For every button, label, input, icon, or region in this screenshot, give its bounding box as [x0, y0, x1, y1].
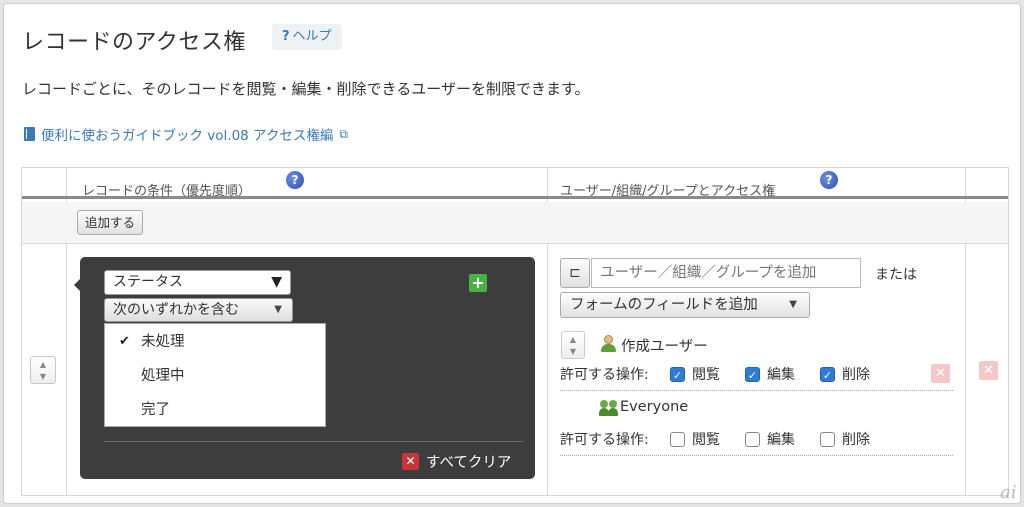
caret-down-icon: ▼	[271, 274, 282, 290]
org-tree-icon[interactable]: ⊏	[560, 258, 590, 288]
allowed-ops-row: 許可する操作: ✓ 閲覧 ✓ 編集 ✓ 削除	[560, 364, 895, 384]
operator-select-value: 次のいずれかを含む	[113, 302, 239, 318]
add-form-field-button[interactable]: フォームのフィールドを追加 ▼	[560, 292, 810, 318]
status-option-list: ✔ 未処理 処理中 完了	[104, 323, 326, 427]
delete-checkbox[interactable]: ✓ 削除	[820, 364, 870, 384]
caret-down-icon: ▼	[274, 304, 282, 315]
header-condition: レコードの条件（優先度順）	[82, 184, 252, 199]
close-icon: ✕	[402, 453, 419, 470]
checkbox-checked-icon: ✓	[820, 366, 835, 382]
add-row: 追加する	[22, 202, 1008, 244]
entity-name: 作成ユーザー	[621, 339, 708, 355]
user-search-input[interactable]	[591, 258, 861, 288]
view-checkbox[interactable]: 閲覧	[670, 429, 720, 449]
operator-select[interactable]: 次のいずれかを含む ▼	[104, 298, 293, 322]
allowed-ops-row: 許可する操作: 閲覧 編集 削除	[560, 429, 895, 449]
edit-checkbox[interactable]: ✓ 編集	[745, 364, 795, 384]
group-icon	[599, 399, 619, 416]
help-question-icon[interactable]: ?	[820, 171, 838, 189]
help-question-icon[interactable]: ?	[286, 171, 304, 189]
book-icon	[24, 127, 35, 141]
checkbox-label: 閲覧	[692, 432, 720, 448]
option-label: 未処理	[141, 334, 185, 350]
clear-all-label: すべてクリア	[426, 455, 512, 471]
option-label: 完了	[141, 402, 170, 418]
edit-checkbox[interactable]: 編集	[745, 429, 795, 449]
access-table: レコードの条件（優先度順） ? ユーザー/組織/グループとアクセス権 ? 追加す…	[21, 167, 1009, 496]
help-button[interactable]: ? ヘルプ	[272, 24, 342, 50]
entity-name: Everyone	[620, 399, 689, 415]
field-select-value: ステータス	[113, 274, 183, 290]
page-description: レコードごとに、そのレコードを閲覧・編集・削除できるユーザーを制限できます。	[22, 80, 590, 98]
checkbox-label: 編集	[767, 367, 795, 383]
guidebook-link-label: 便利に使おうガイドブック vol.08 アクセス権編	[41, 128, 334, 144]
user-icon	[600, 335, 617, 352]
or-label: または	[875, 267, 917, 283]
watermark-logo: ai	[1000, 482, 1017, 503]
checkbox-checked-icon: ✓	[670, 366, 685, 382]
help-icon: ?	[282, 29, 290, 44]
dialog-frame: レコードのアクセス権 ? ヘルプ レコードごとに、そのレコードを閲覧・編集・削除で…	[3, 3, 1021, 504]
divider	[560, 390, 953, 391]
caret-down-icon: ▼	[789, 299, 797, 310]
checkbox-checked-icon: ✓	[745, 366, 760, 382]
table-header: レコードの条件（優先度順） ? ユーザー/組織/グループとアクセス権 ?	[22, 168, 1008, 199]
entry-sort-handle[interactable]: ▲ ▼	[561, 331, 585, 359]
check-icon: ✔	[119, 334, 130, 349]
add-form-field-label: フォームのフィールドを追加	[570, 297, 758, 313]
guidebook-link[interactable]: 便利に使おうガイドブック vol.08 アクセス権編 ⧉	[24, 124, 348, 144]
allowed-ops-label: 許可する操作:	[560, 367, 649, 383]
checkbox-label: 閲覧	[692, 367, 720, 383]
help-label: ヘルプ	[292, 29, 332, 44]
add-button[interactable]: 追加する	[77, 210, 144, 235]
view-checkbox[interactable]: ✓ 閲覧	[670, 364, 720, 384]
divider	[104, 441, 523, 442]
status-option[interactable]: ✔ 未処理	[105, 325, 325, 359]
status-option[interactable]: 処理中	[105, 359, 325, 393]
header-permission: ユーザー/組織/グループとアクセス権	[560, 184, 776, 199]
permission-panel: ⊏ または フォームのフィールドを追加 ▼ ▲▼ 作成ユーザー 許可する操作: ✓…	[549, 244, 966, 497]
checkbox-unchecked-icon	[745, 431, 760, 447]
clear-all-button[interactable]: ✕ すべてクリア	[402, 451, 511, 472]
row-sort-handle[interactable]: ▲ ▼	[30, 356, 56, 384]
page-title: レコードのアクセス権	[22, 30, 246, 55]
add-condition-icon[interactable]: +	[469, 274, 487, 292]
delete-row-icon[interactable]: ✕	[979, 361, 998, 380]
checkbox-label: 削除	[842, 432, 870, 448]
condition-panel: ステータス ▼ 次のいずれかを含む ▼ + ✔ 未処理 処理中 完了 ✕ すべてクリア	[74, 257, 535, 479]
allowed-ops-label: 許可する操作:	[560, 432, 649, 448]
field-select[interactable]: ステータス ▼	[104, 270, 291, 295]
divider	[560, 455, 953, 456]
checkbox-label: 編集	[767, 432, 795, 448]
delete-checkbox[interactable]: 削除	[820, 429, 870, 449]
remove-entry-icon[interactable]: ✕	[931, 364, 950, 383]
checkbox-unchecked-icon	[670, 431, 685, 447]
option-label: 処理中	[141, 368, 185, 384]
checkbox-unchecked-icon	[820, 431, 835, 447]
external-link-icon: ⧉	[339, 126, 348, 141]
status-option[interactable]: 完了	[105, 393, 325, 427]
checkbox-label: 削除	[842, 367, 870, 383]
